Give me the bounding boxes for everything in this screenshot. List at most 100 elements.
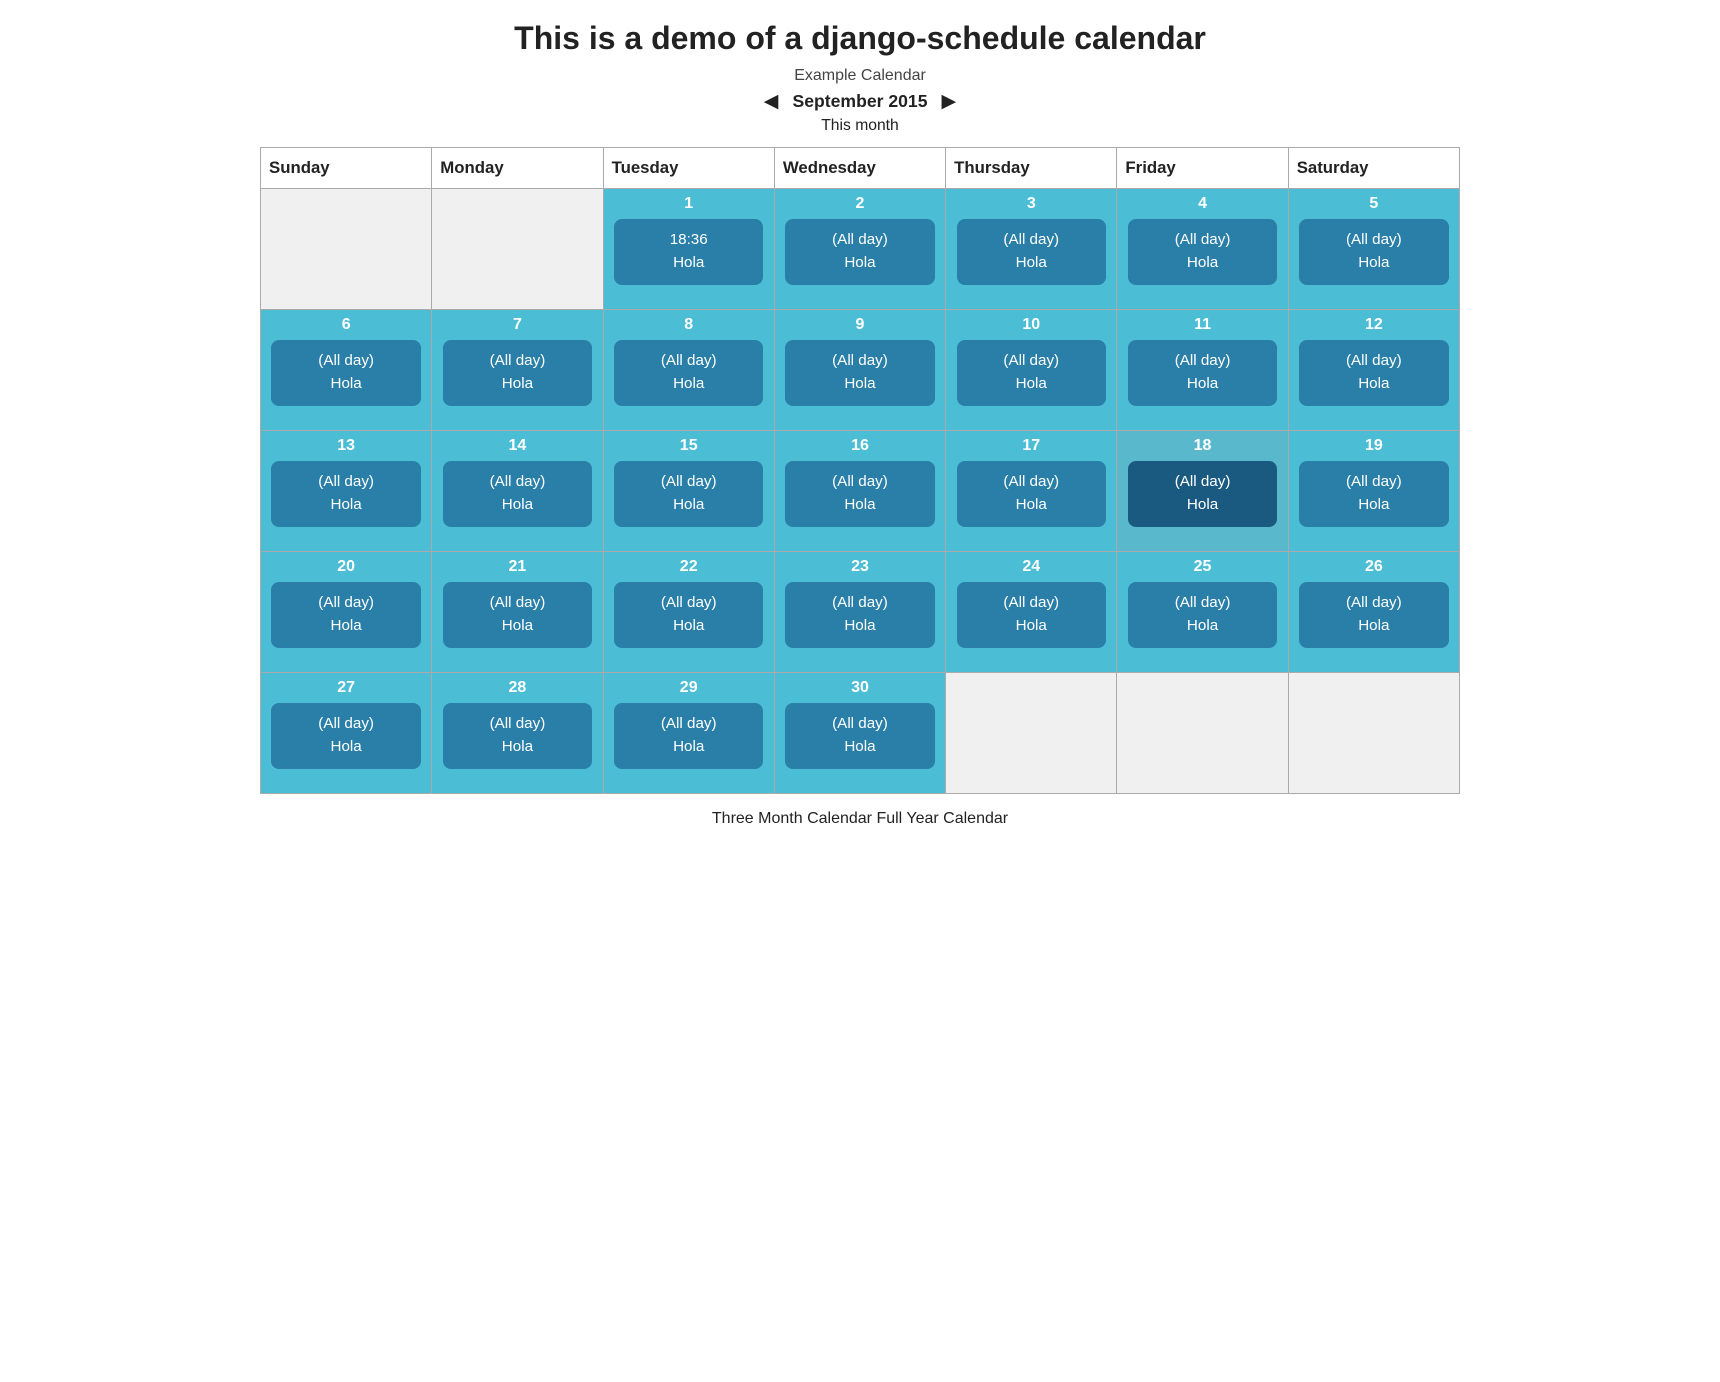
calendar-cell: 14 (All day)Hola bbox=[432, 431, 603, 552]
calendar-cell: 26 (All day)Hola bbox=[1288, 552, 1459, 673]
day-number[interactable]: 7 bbox=[513, 316, 522, 334]
day-number[interactable]: 3 bbox=[1027, 195, 1036, 213]
event-box[interactable]: (All day)Hola bbox=[614, 703, 763, 769]
event-box[interactable]: (All day)Hola bbox=[785, 582, 934, 648]
event-box[interactable]: (All day)Hola bbox=[443, 582, 592, 648]
event-box[interactable]: (All day)Hola bbox=[957, 340, 1106, 406]
event-box[interactable]: (All day)Hola bbox=[1128, 461, 1277, 527]
day-number[interactable]: 23 bbox=[851, 558, 869, 576]
day-number[interactable]: 29 bbox=[680, 679, 698, 697]
day-number[interactable]: 24 bbox=[1022, 558, 1040, 576]
day-number[interactable]: 11 bbox=[1194, 316, 1211, 334]
active-day-cell: 17 (All day)Hola bbox=[946, 431, 1116, 551]
day-number[interactable]: 15 bbox=[680, 437, 698, 455]
calendar-cell: 13 (All day)Hola bbox=[261, 431, 432, 552]
event-box[interactable]: (All day)Hola bbox=[271, 703, 420, 769]
calendar-cell: 28 (All day)Hola bbox=[432, 673, 603, 794]
day-number[interactable]: 4 bbox=[1198, 195, 1207, 213]
calendar-cell: 2 (All day)Hola bbox=[774, 189, 945, 310]
day-number[interactable]: 1 bbox=[684, 195, 693, 213]
day-number[interactable]: 30 bbox=[851, 679, 869, 697]
footer-links: Three Month Calendar Full Year Calendar bbox=[20, 810, 1700, 828]
day-number[interactable]: 14 bbox=[509, 437, 527, 455]
active-day-cell: 13 (All day)Hola bbox=[261, 431, 431, 551]
day-number[interactable]: 18 bbox=[1194, 437, 1212, 455]
active-day-cell: 23 (All day)Hola bbox=[775, 552, 945, 672]
day-number[interactable]: 6 bbox=[342, 316, 351, 334]
day-number[interactable]: 8 bbox=[684, 316, 693, 334]
active-day-cell: 19 (All day)Hola bbox=[1289, 431, 1459, 551]
next-month-arrow[interactable]: ▶ bbox=[941, 89, 956, 113]
calendar-cell: 8 (All day)Hola bbox=[603, 310, 774, 431]
event-box[interactable]: (All day)Hola bbox=[1299, 582, 1448, 648]
day-number[interactable]: 22 bbox=[680, 558, 698, 576]
event-box[interactable]: (All day)Hola bbox=[271, 582, 420, 648]
page-title: This is a demo of a django-schedule cale… bbox=[20, 20, 1700, 57]
calendar-cell bbox=[432, 189, 603, 310]
day-number[interactable]: 10 bbox=[1022, 316, 1040, 334]
event-box[interactable]: (All day)Hola bbox=[785, 340, 934, 406]
active-day-cell: 21 (All day)Hola bbox=[432, 552, 602, 672]
event-box[interactable]: (All day)Hola bbox=[957, 461, 1106, 527]
active-day-cell: 15 (All day)Hola bbox=[604, 431, 774, 551]
event-box[interactable]: (All day)Hola bbox=[1128, 340, 1277, 406]
event-box[interactable]: (All day)Hola bbox=[785, 703, 934, 769]
day-number[interactable]: 17 bbox=[1022, 437, 1040, 455]
day-number[interactable]: 13 bbox=[337, 437, 355, 455]
weekday-header-tuesday: Tuesday bbox=[603, 148, 774, 189]
event-box[interactable]: (All day)Hola bbox=[443, 461, 592, 527]
event-box[interactable]: 18:36Hola bbox=[614, 219, 763, 285]
active-day-cell: 3 (All day)Hola bbox=[946, 189, 1116, 309]
day-number[interactable]: 21 bbox=[509, 558, 527, 576]
day-number[interactable]: 19 bbox=[1365, 437, 1383, 455]
active-day-cell: 28 (All day)Hola bbox=[432, 673, 602, 793]
day-number[interactable]: 16 bbox=[851, 437, 869, 455]
full-year-calendar-link[interactable]: Full Year Calendar bbox=[876, 810, 1008, 827]
calendar-cell: 17 (All day)Hola bbox=[946, 431, 1117, 552]
weekday-header-friday: Friday bbox=[1117, 148, 1288, 189]
day-number[interactable]: 26 bbox=[1365, 558, 1383, 576]
prev-month-arrow[interactable]: ◀ bbox=[764, 89, 779, 113]
event-box[interactable]: (All day)Hola bbox=[1299, 461, 1448, 527]
event-box[interactable]: (All day)Hola bbox=[271, 461, 420, 527]
calendar-cell: 20 (All day)Hola bbox=[261, 552, 432, 673]
day-number[interactable]: 27 bbox=[337, 679, 355, 697]
event-box[interactable]: (All day)Hola bbox=[785, 461, 934, 527]
day-number[interactable]: 20 bbox=[337, 558, 355, 576]
day-number[interactable]: 12 bbox=[1365, 316, 1383, 334]
calendar-cell: 30 (All day)Hola bbox=[774, 673, 945, 794]
active-day-cell: 29 (All day)Hola bbox=[604, 673, 774, 793]
active-day-cell: 11 (All day)Hola bbox=[1117, 310, 1287, 430]
this-month-link[interactable]: This month bbox=[20, 117, 1700, 135]
event-box[interactable]: (All day)Hola bbox=[271, 340, 420, 406]
calendar-cell: 9 (All day)Hola bbox=[774, 310, 945, 431]
event-box[interactable]: (All day)Hola bbox=[614, 582, 763, 648]
active-day-cell: 10 (All day)Hola bbox=[946, 310, 1116, 430]
active-day-cell: 14 (All day)Hola bbox=[432, 431, 602, 551]
event-box[interactable]: (All day)Hola bbox=[1128, 582, 1277, 648]
event-box[interactable]: (All day)Hola bbox=[957, 582, 1106, 648]
day-number[interactable]: 25 bbox=[1194, 558, 1212, 576]
calendar-cell: 6 (All day)Hola bbox=[261, 310, 432, 431]
event-box[interactable]: (All day)Hola bbox=[1128, 219, 1277, 285]
event-box[interactable]: (All day)Hola bbox=[1299, 340, 1448, 406]
event-box[interactable]: (All day)Hola bbox=[443, 340, 592, 406]
weekday-header-wednesday: Wednesday bbox=[774, 148, 945, 189]
day-number[interactable]: 2 bbox=[856, 195, 865, 213]
day-number[interactable]: 9 bbox=[856, 316, 865, 334]
day-number[interactable]: 28 bbox=[509, 679, 527, 697]
active-day-cell: 7 (All day)Hola bbox=[432, 310, 602, 430]
three-month-calendar-link[interactable]: Three Month Calendar bbox=[712, 810, 872, 827]
event-box[interactable]: (All day)Hola bbox=[1299, 219, 1448, 285]
calendar-cell: 3 (All day)Hola bbox=[946, 189, 1117, 310]
active-day-cell: 25 (All day)Hola bbox=[1117, 552, 1287, 672]
calendar-cell: 1 18:36Hola bbox=[603, 189, 774, 310]
event-box[interactable]: (All day)Hola bbox=[443, 703, 592, 769]
day-number[interactable]: 5 bbox=[1369, 195, 1378, 213]
active-day-cell: 24 (All day)Hola bbox=[946, 552, 1116, 672]
event-box[interactable]: (All day)Hola bbox=[614, 461, 763, 527]
event-box[interactable]: (All day)Hola bbox=[614, 340, 763, 406]
event-box[interactable]: (All day)Hola bbox=[957, 219, 1106, 285]
empty-day-cell bbox=[432, 189, 602, 309]
event-box[interactable]: (All day)Hola bbox=[785, 219, 934, 285]
